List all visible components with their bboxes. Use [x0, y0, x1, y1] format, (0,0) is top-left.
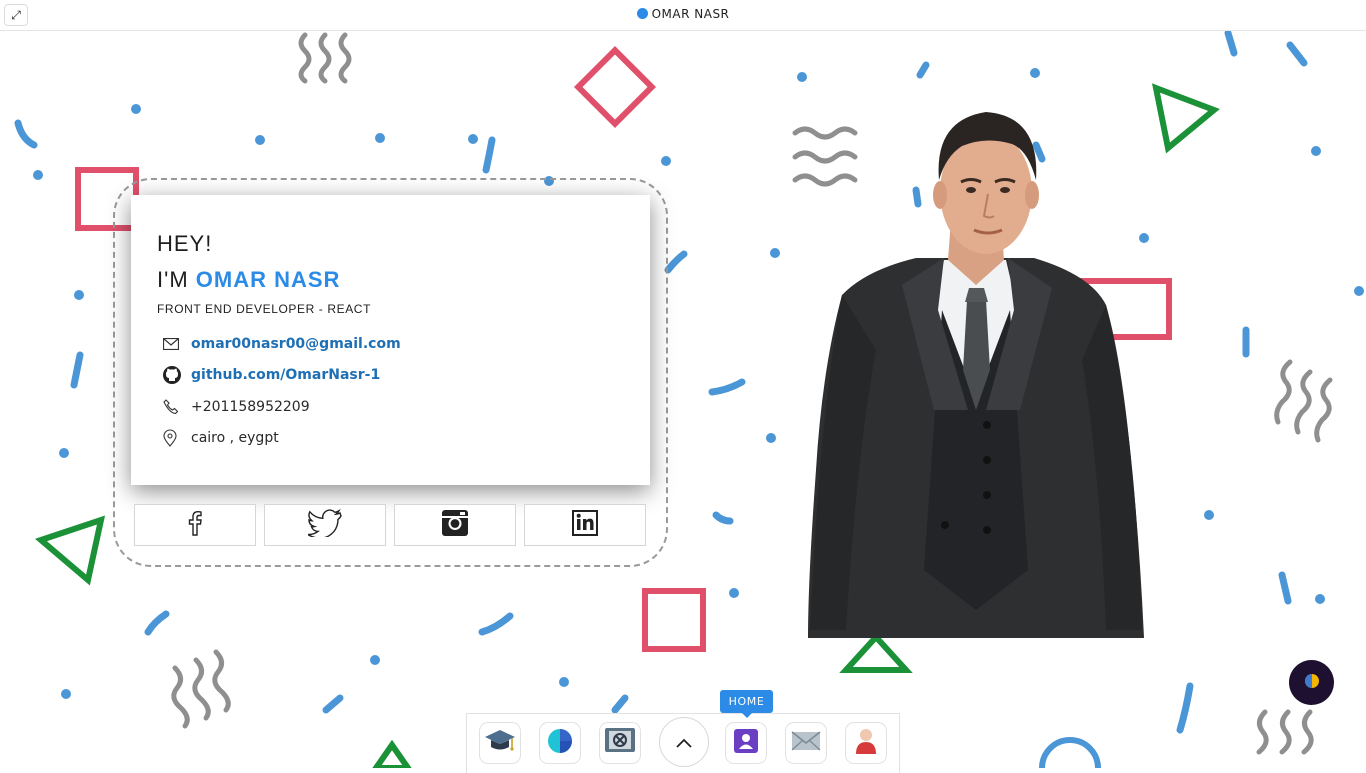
facebook-icon [188, 510, 202, 540]
pie-chart-icon [547, 728, 573, 758]
linkedin-button[interactable] [524, 504, 646, 546]
facebook-button[interactable] [134, 504, 256, 546]
location-pin-icon [163, 429, 187, 448]
profile-card: HEY! I'M OMAR NASR FRONT END DEVELOPER -… [131, 195, 650, 485]
instagram-icon [441, 509, 469, 541]
contact-github: github.com/OmarNasr-1 [157, 360, 624, 392]
dock-about-button[interactable] [845, 722, 887, 764]
contact-email: omar00nasr00@gmail.com [157, 328, 624, 360]
profile-card-icon [733, 728, 759, 758]
greeting: HEY! [157, 231, 213, 256]
scroll-up-button[interactable] [659, 717, 709, 767]
window-title: OMAR NASR [0, 7, 1366, 21]
theme-toggle-button[interactable] [1289, 660, 1334, 705]
bottom-dock [466, 713, 900, 773]
dock-home-button[interactable] [725, 722, 767, 764]
intro-prefix: I'M [157, 267, 189, 292]
twitter-icon [307, 508, 342, 541]
contact-location: cairo , eygpt [157, 423, 624, 455]
contact-phone: +201158952209 [157, 391, 624, 423]
twitter-button[interactable] [264, 504, 386, 546]
github-link[interactable]: github.com/OmarNasr-1 [191, 367, 380, 383]
dock-contact-button[interactable] [785, 722, 827, 764]
instagram-button[interactable] [394, 504, 516, 546]
dock-portfolio-button[interactable] [599, 722, 641, 764]
chevron-up-icon [676, 733, 692, 752]
safe-icon [604, 727, 636, 759]
email-link[interactable]: omar00nasr00@gmail.com [191, 336, 401, 352]
profile-name: OMAR NASR [195, 267, 341, 292]
graduation-cap-icon [484, 728, 516, 758]
mail-icon [163, 337, 187, 350]
user-icon [854, 727, 878, 759]
envelope-icon [791, 731, 821, 755]
linkedin-icon [571, 509, 599, 541]
profile-photo [808, 112, 1144, 638]
dock-skills-button[interactable] [539, 722, 581, 764]
github-icon [163, 366, 187, 385]
location-text: cairo , eygpt [191, 430, 279, 447]
phone-number: +201158952209 [191, 398, 310, 415]
title-dot-icon [636, 8, 648, 19]
dock-tooltip: HOME [720, 690, 773, 718]
contact-list: omar00nasr00@gmail.com github.com/OmarNa… [157, 328, 624, 454]
intro-heading: I'M OMAR NASR [157, 267, 624, 293]
phone-icon [163, 398, 187, 415]
top-bar: ⤢ OMAR NASR [0, 0, 1366, 31]
theme-toggle-icon [1304, 673, 1320, 693]
job-title: FRONT END DEVELOPER - REACT [157, 302, 372, 316]
social-links [134, 504, 646, 546]
dock-education-button[interactable] [479, 722, 521, 764]
